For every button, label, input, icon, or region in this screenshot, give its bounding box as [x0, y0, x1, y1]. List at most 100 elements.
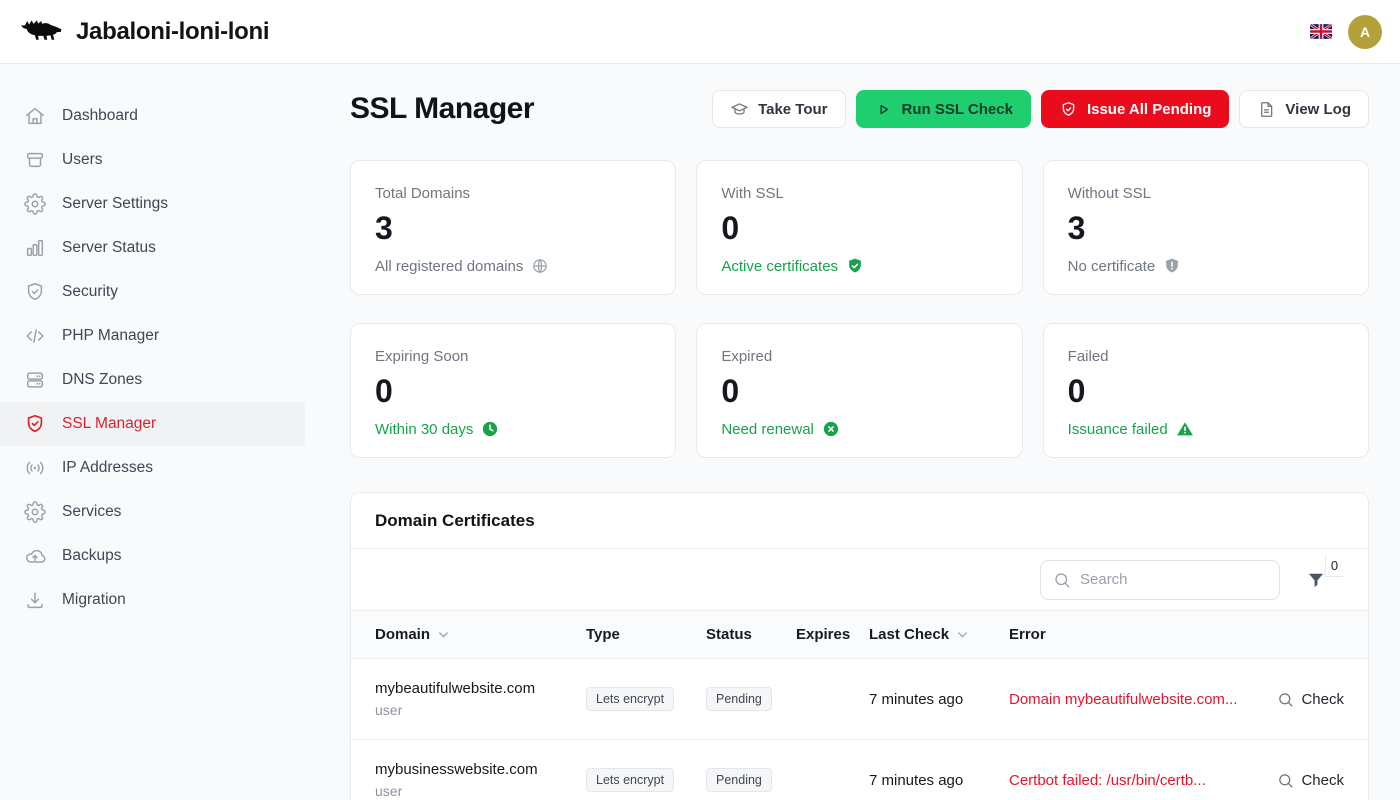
- stat-value: 0: [1068, 373, 1344, 410]
- type-badge: Lets encrypt: [586, 687, 674, 711]
- bar-chart-icon: [24, 237, 46, 259]
- view-log-label: View Log: [1285, 101, 1351, 118]
- chevron-down-icon: [436, 627, 451, 642]
- stat-value: 0: [721, 373, 997, 410]
- stat-sub-label: All registered domains: [375, 258, 523, 275]
- search-icon: [1277, 772, 1294, 789]
- table-row: mybeautifulwebsite.com user Lets encrypt…: [351, 659, 1368, 740]
- archive-icon: [24, 149, 46, 171]
- stat-label: Total Domains: [375, 185, 651, 202]
- gear-icon: [24, 193, 46, 215]
- clock-icon: [481, 420, 499, 438]
- domain-name: mybusinesswebsite.com: [375, 761, 586, 778]
- avatar[interactable]: A: [1348, 15, 1382, 49]
- home-icon: [24, 105, 46, 127]
- sidebar-item-label: Migration: [62, 591, 126, 609]
- status-badge: Pending: [706, 687, 772, 711]
- topbar: Jabaloni-loni-loni A: [0, 0, 1400, 64]
- stat-card-without-ssl: Without SSL 3 No certificate: [1043, 160, 1369, 295]
- broadcast-icon: [24, 457, 46, 479]
- stat-cards: Total Domains 3 All registered domains W…: [350, 160, 1369, 458]
- filter-count-badge: 0: [1325, 556, 1343, 577]
- sidebar-item-dns-zones[interactable]: DNS Zones: [0, 358, 305, 402]
- sidebar-item-label: Users: [62, 151, 102, 169]
- check-label: Check: [1301, 691, 1344, 708]
- sidebar-item-ip-addresses[interactable]: IP Addresses: [0, 446, 305, 490]
- stat-value: 0: [721, 210, 997, 247]
- gear-icon: [24, 501, 46, 523]
- stat-card-total-domains: Total Domains 3 All registered domains: [350, 160, 676, 295]
- sidebar-item-server-status[interactable]: Server Status: [0, 226, 305, 270]
- take-tour-label: Take Tour: [758, 101, 827, 118]
- check-button[interactable]: Check: [1264, 691, 1344, 708]
- issue-all-pending-button[interactable]: Issue All Pending: [1041, 90, 1229, 128]
- globe-icon: [531, 257, 549, 275]
- type-badge: Lets encrypt: [586, 768, 674, 792]
- sidebar-item-backups[interactable]: Backups: [0, 534, 305, 578]
- sidebar-item-label: Services: [62, 503, 121, 521]
- run-ssl-check-button[interactable]: Run SSL Check: [856, 90, 1031, 128]
- sidebar-item-security[interactable]: Security: [0, 270, 305, 314]
- sidebar: Dashboard Users Server Settings: [0, 64, 305, 800]
- page-actions: Take Tour Run SSL Check Issue All Pendin…: [712, 90, 1369, 128]
- stat-value: 3: [1068, 210, 1344, 247]
- section-title: Domain Certificates: [351, 493, 1368, 549]
- search-icon: [1053, 571, 1071, 589]
- shield-check-icon: [1059, 100, 1078, 119]
- sidebar-item-label: Server Status: [62, 239, 156, 257]
- shield-alert-icon: [1163, 257, 1181, 275]
- error-cell: Domain mybeautifulwebsite.com...: [1009, 691, 1264, 708]
- status-badge: Pending: [706, 768, 772, 792]
- sidebar-item-label: Security: [62, 283, 118, 301]
- filter-button[interactable]: 0: [1306, 570, 1326, 590]
- column-header-domain[interactable]: Domain: [375, 626, 586, 643]
- stat-card-expired: Expired 0 Need renewal: [696, 323, 1022, 458]
- search-box: [1040, 560, 1280, 600]
- sidebar-item-server-settings[interactable]: Server Settings: [0, 182, 305, 226]
- sidebar-item-label: Server Settings: [62, 195, 168, 213]
- page-title: SSL Manager: [350, 92, 534, 126]
- main-content: SSL Manager Take Tour Run SSL Check: [305, 64, 1400, 800]
- brand[interactable]: Jabaloni-loni-loni: [20, 17, 269, 47]
- stat-sub-label: Active certificates: [721, 258, 838, 275]
- sidebar-item-dashboard[interactable]: Dashboard: [0, 94, 305, 138]
- column-header-expires: Expires: [796, 626, 869, 643]
- sidebar-item-label: Dashboard: [62, 107, 138, 125]
- domain-user: user: [375, 702, 586, 718]
- stat-label: Expiring Soon: [375, 348, 651, 365]
- domain-name: mybeautifulwebsite.com: [375, 680, 586, 697]
- language-flag-icon[interactable]: [1310, 24, 1332, 39]
- view-log-button[interactable]: View Log: [1239, 90, 1369, 128]
- take-tour-button[interactable]: Take Tour: [712, 90, 845, 128]
- code-icon: [24, 325, 46, 347]
- sidebar-item-label: DNS Zones: [62, 371, 142, 389]
- stat-sub-label: Need renewal: [721, 421, 814, 438]
- check-button[interactable]: Check: [1264, 772, 1344, 789]
- error-cell: Certbot failed: /usr/bin/certb...: [1009, 772, 1264, 789]
- chevron-down-icon: [955, 627, 970, 642]
- column-header-error: Error: [1009, 626, 1264, 643]
- column-header-type: Type: [586, 626, 706, 643]
- document-icon: [1257, 100, 1276, 119]
- stat-label: Failed: [1068, 348, 1344, 365]
- sidebar-item-php-manager[interactable]: PHP Manager: [0, 314, 305, 358]
- sidebar-item-ssl-manager[interactable]: SSL Manager: [0, 402, 305, 446]
- sidebar-item-services[interactable]: Services: [0, 490, 305, 534]
- issue-all-pending-label: Issue All Pending: [1087, 101, 1211, 118]
- run-ssl-check-label: Run SSL Check: [902, 101, 1013, 118]
- column-header-last-check[interactable]: Last Check: [869, 626, 1009, 643]
- search-input[interactable]: [1080, 571, 1279, 588]
- stat-label: With SSL: [721, 185, 997, 202]
- shield-check-icon: [24, 413, 46, 435]
- funnel-icon: [1306, 570, 1326, 590]
- sidebar-item-label: Backups: [62, 547, 121, 565]
- sidebar-item-users[interactable]: Users: [0, 138, 305, 182]
- table-header-row: Domain Type Status Expires Last Check: [351, 611, 1368, 659]
- sidebar-item-label: IP Addresses: [62, 459, 153, 477]
- graduation-cap-icon: [730, 100, 749, 119]
- table-row: mybusinesswebsite.com user Lets encrypt …: [351, 740, 1368, 800]
- cloud-upload-icon: [24, 545, 46, 567]
- sidebar-item-migration[interactable]: Migration: [0, 578, 305, 622]
- domain-user: user: [375, 783, 586, 799]
- brand-name: Jabaloni-loni-loni: [76, 18, 269, 46]
